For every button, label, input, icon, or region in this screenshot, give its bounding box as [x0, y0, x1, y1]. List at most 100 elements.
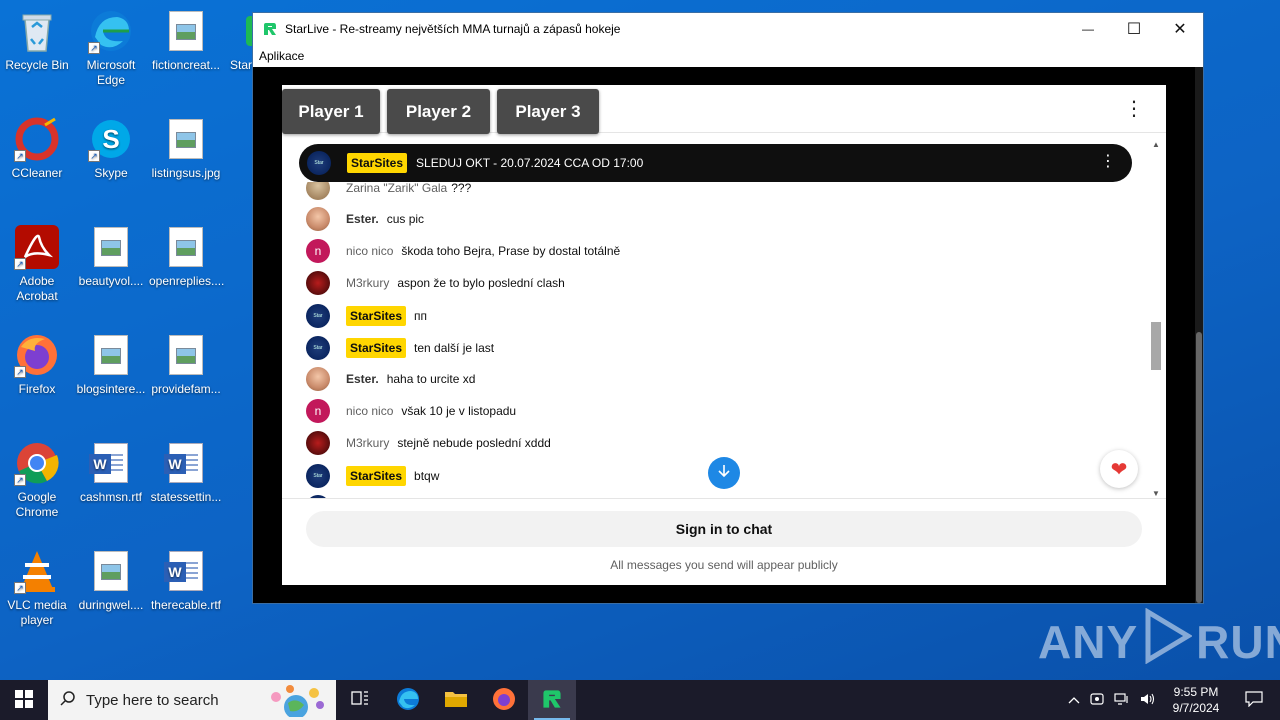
- author-badge[interactable]: StarSites: [346, 338, 407, 358]
- taskbar: Type here to search 9:55 PM 9/7/2024: [0, 680, 1280, 720]
- message-text: aspon že to bylo poslední clash: [397, 276, 565, 290]
- chevron-up-icon[interactable]: [1068, 693, 1080, 707]
- avatar: Star: [306, 336, 330, 360]
- start-button[interactable]: [0, 680, 48, 720]
- scroll-down-icon[interactable]: ▼: [1152, 489, 1160, 498]
- avatar: [306, 207, 330, 231]
- message-author[interactable]: M3rkury: [346, 436, 389, 450]
- menu-aplikace[interactable]: Aplikace: [259, 49, 304, 63]
- desktop-icon-label: statessettin...: [150, 490, 222, 504]
- author-badge[interactable]: StarSites: [346, 466, 407, 486]
- avatar: Star: [306, 304, 330, 328]
- notifications-button[interactable]: [1236, 690, 1272, 710]
- device-icon[interactable]: [1090, 692, 1104, 709]
- desktop-icon-firefox[interactable]: ↗ Firefox: [0, 332, 74, 397]
- maximize-button[interactable]: ☐: [1111, 13, 1157, 45]
- desktop-icon-label: Adobe Acrobat: [16, 274, 58, 303]
- taskbar-firefox[interactable]: [480, 680, 528, 720]
- desktop-icon-recycle-bin[interactable]: Recycle Bin: [0, 8, 74, 73]
- taskbar-starlive[interactable]: [528, 680, 576, 720]
- volume-icon[interactable]: [1140, 692, 1156, 709]
- chat-scrollbar-thumb[interactable]: [1151, 322, 1161, 370]
- message-author[interactable]: Ester.: [346, 212, 379, 226]
- desktop-icon-label: beautyvol....: [78, 274, 144, 288]
- maximize-icon: ☐: [1126, 21, 1142, 38]
- scroll-to-bottom-button[interactable]: [708, 457, 740, 489]
- window-title: StarLive - Re-streamy největších MMA tur…: [285, 22, 621, 36]
- acrobat-icon: ↗: [14, 224, 60, 270]
- message-author[interactable]: Zarina "Zarik" Gala: [346, 182, 447, 195]
- system-tray: 9:55 PM 9/7/2024: [1068, 680, 1280, 720]
- desktop-icon-chrome[interactable]: ↗ Google Chrome: [0, 440, 74, 520]
- pinned-author-badge: StarSites: [347, 153, 408, 173]
- desktop-icon-ccleaner[interactable]: ↗ CCleaner: [0, 116, 74, 181]
- message-text: cus pic: [386, 212, 425, 226]
- avatar: n: [306, 239, 330, 263]
- chat-more-icon[interactable]: ⋮: [1124, 99, 1144, 119]
- folder-icon: [444, 689, 468, 712]
- sign-in-to-chat-button[interactable]: Sign in to chat: [306, 511, 1142, 547]
- clock-time: 9:55 PM: [1173, 685, 1219, 699]
- window-scrollbar-thumb[interactable]: [1196, 332, 1202, 603]
- chat-message: Ester. cus pic: [306, 206, 424, 232]
- desktop-icon-acrobat[interactable]: ↗ Adobe Acrobat: [0, 224, 74, 304]
- desktop-icon-cashmsn[interactable]: W cashmsn.rtf: [74, 440, 148, 505]
- desktop-icon-label: fictioncreat...: [151, 58, 221, 72]
- desktop-icon-beautyvol[interactable]: beautyvol....: [74, 224, 148, 289]
- desktop-icon-fictioncreat[interactable]: fictioncreat...: [149, 8, 223, 73]
- ccleaner-icon: ↗: [14, 116, 60, 162]
- taskbar-clock[interactable]: 9:55 PM 9/7/2024: [1166, 684, 1226, 716]
- chat-scrollbar[interactable]: ▲ ▼: [1150, 140, 1162, 498]
- desktop-icon-duringwel[interactable]: duringwel....: [74, 548, 148, 613]
- desktop-icon-label: CCleaner: [11, 166, 63, 180]
- desktop-icon-edge[interactable]: ↗ Microsoft Edge: [74, 8, 148, 88]
- desktop-icon-label: Google Chrome: [15, 490, 59, 519]
- skype-icon: S ↗: [88, 116, 134, 162]
- desktop-icon-label: blogsintere...: [76, 382, 146, 396]
- player-3-button[interactable]: Player 3: [497, 89, 599, 134]
- close-button[interactable]: ✕: [1157, 13, 1203, 45]
- scroll-up-icon[interactable]: ▲: [1152, 140, 1160, 149]
- close-icon: ✕: [1173, 21, 1187, 38]
- message-author[interactable]: nico nico: [346, 404, 393, 418]
- message-author[interactable]: M3rkury: [346, 276, 389, 290]
- window-scrollbar[interactable]: [1195, 67, 1203, 603]
- task-view-button[interactable]: [336, 680, 384, 720]
- network-icon[interactable]: [1114, 692, 1130, 709]
- desktop-icon-listingsus[interactable]: listingsus.jpg: [149, 116, 223, 181]
- desktop-icon-label: Recycle Bin: [5, 58, 69, 72]
- message-text: haha to urcite xd: [386, 372, 476, 386]
- pinned-message[interactable]: Star StarSites SLEDUJ OKT - 20.07.2024 C…: [299, 144, 1132, 182]
- pinned-more-icon[interactable]: ⋮: [1100, 153, 1116, 171]
- chat-message: Star StarSites пп: [306, 303, 427, 329]
- window-titlebar[interactable]: StarLive - Re-streamy největších MMA tur…: [253, 13, 1203, 45]
- taskbar-file-explorer[interactable]: [432, 680, 480, 720]
- author-badge[interactable]: StarSites: [346, 306, 407, 326]
- firefox-icon: [492, 687, 516, 714]
- chat-message: Zarina "Zarik" Gala ???: [306, 182, 471, 201]
- player-tabs: Player 1 Player 2 Player 3: [282, 89, 599, 134]
- image-file-icon: [163, 116, 209, 162]
- taskbar-edge[interactable]: [384, 680, 432, 720]
- message-text: пп: [414, 309, 428, 323]
- message-author[interactable]: nico nico: [346, 244, 393, 258]
- player-1-button[interactable]: Player 1: [282, 89, 380, 134]
- desktop-icon-providefam[interactable]: providefam...: [149, 332, 223, 397]
- desktop-icon-therecable[interactable]: W therecable.rtf: [149, 548, 223, 613]
- watermark-any: ANY: [1038, 615, 1139, 668]
- message-author[interactable]: Ester.: [346, 372, 379, 386]
- reaction-button[interactable]: ❤: [1100, 450, 1138, 488]
- desktop-icon-label: Microsoft Edge: [86, 58, 136, 87]
- chat-message: n nico nico škoda toho Bejra, Prase by d…: [306, 238, 620, 264]
- desktop-icon-vlc[interactable]: ↗ VLC media player: [0, 548, 74, 628]
- desktop-icon-skype[interactable]: S ↗ Skype: [74, 116, 148, 181]
- desktop-icon-blogsintere[interactable]: blogsintere...: [74, 332, 148, 397]
- taskbar-search[interactable]: Type here to search: [48, 680, 336, 720]
- starlive-app-icon: [263, 22, 277, 36]
- desktop-icon-statessettin[interactable]: W statessettin...: [149, 440, 223, 505]
- player-2-button[interactable]: Player 2: [387, 89, 490, 134]
- window-content: ⋮ Star StarSites SLEDUJ OKT - 20.07.2024…: [253, 67, 1203, 603]
- message-text: však 10 je v listopadu: [401, 404, 517, 418]
- minimize-button[interactable]: —: [1065, 13, 1111, 45]
- desktop-icon-openreplies[interactable]: openreplies....: [149, 224, 224, 289]
